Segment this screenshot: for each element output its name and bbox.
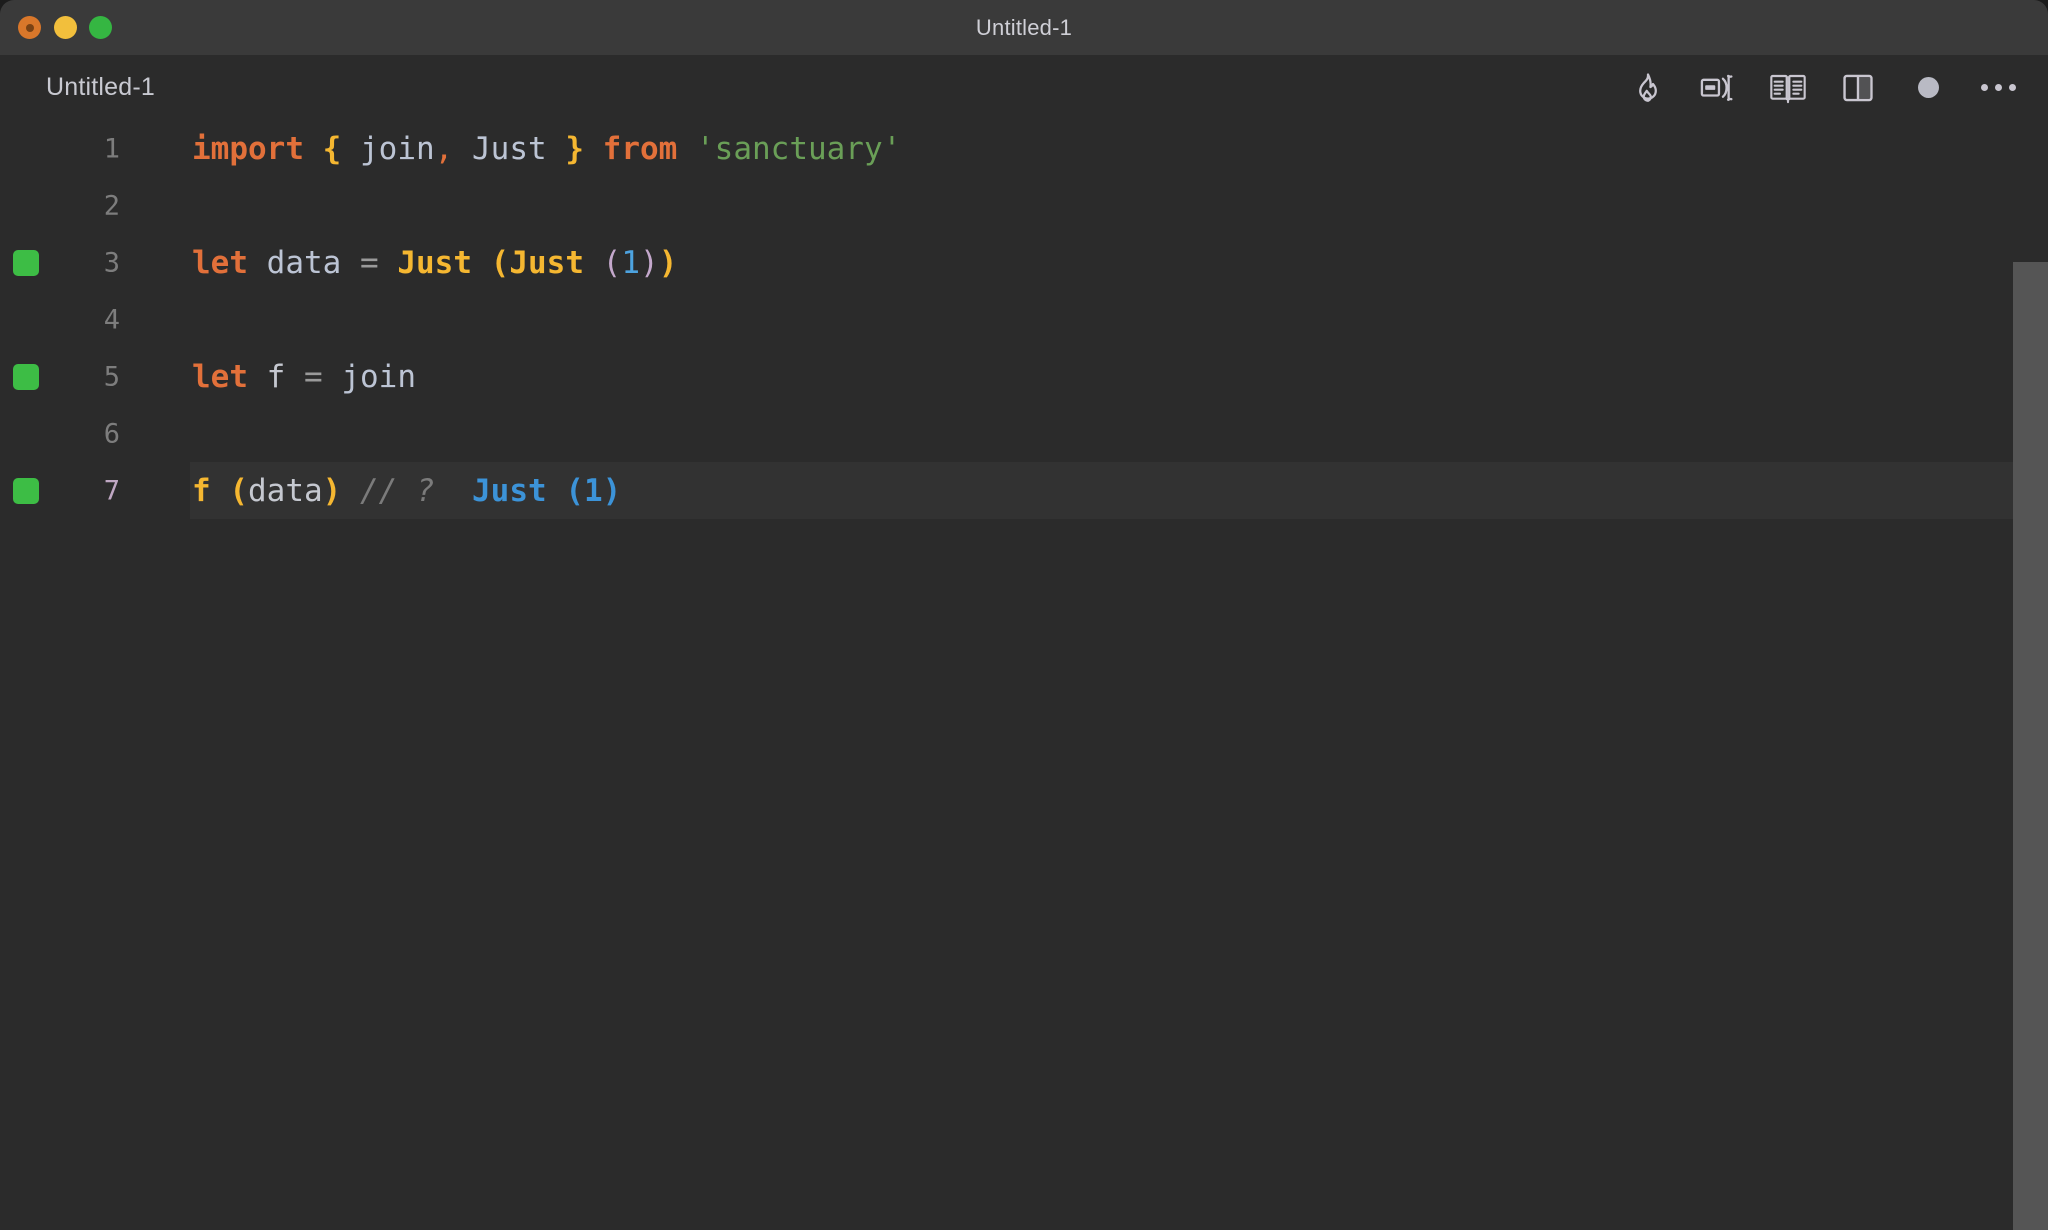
- code-token: Just: [509, 244, 584, 281]
- close-window-button[interactable]: [18, 16, 41, 39]
- code-token: (: [229, 472, 249, 509]
- code-line[interactable]: 3 let data = Just (Just (1)): [0, 234, 2048, 291]
- code-token: data: [248, 472, 323, 509]
- open-book-icon[interactable]: [1768, 68, 1808, 108]
- code-token: }: [565, 130, 584, 167]
- code-token: ): [658, 244, 678, 281]
- line-number: 5: [103, 361, 120, 392]
- editor-actions: [1628, 68, 2018, 108]
- code-token: // ?: [360, 472, 435, 509]
- code-token: {: [322, 130, 342, 167]
- code-token: data: [266, 244, 342, 281]
- maximize-window-button[interactable]: [89, 16, 112, 39]
- code-token: ): [322, 472, 342, 509]
- gutter-marker-icon[interactable]: [13, 249, 39, 276]
- ellipsis-dot: [2008, 84, 2016, 91]
- traffic-lights: [18, 16, 112, 39]
- code-line-content[interactable]: [190, 291, 2048, 348]
- editor-header: Untitled-1: [0, 55, 2048, 120]
- code-token: Just: [472, 130, 547, 167]
- code-token: let: [192, 244, 248, 281]
- code-token: Just: [397, 244, 472, 281]
- minimize-window-button[interactable]: [53, 16, 77, 39]
- code-token: import: [192, 130, 304, 167]
- code-line[interactable]: 5 let f = join: [0, 348, 2048, 405]
- line-number: 1: [103, 133, 120, 164]
- flame-icon[interactable]: [1628, 68, 1668, 108]
- code-line-content[interactable]: f (data) // ? Just (1): [190, 462, 2048, 519]
- unsaved-dot-icon[interactable]: [1908, 68, 1948, 108]
- gutter-marker-icon[interactable]: [13, 363, 39, 390]
- code-token: ,: [434, 130, 454, 167]
- code-token: (: [602, 244, 622, 281]
- line-number: 6: [103, 418, 120, 449]
- code-token: join: [341, 358, 417, 395]
- line-number: 3: [103, 247, 120, 278]
- code-token: =: [304, 358, 323, 395]
- ellipsis-dot: [1980, 84, 1988, 91]
- code-line-content[interactable]: let data = Just (Just (1)): [190, 234, 2048, 291]
- code-line-content[interactable]: [190, 177, 2048, 234]
- editor-window: Untitled-1 Untitled-1 1 import {join , …: [0, 0, 2048, 1230]
- gutter-marker-icon[interactable]: [13, 477, 39, 504]
- code-line-content[interactable]: let f = join: [190, 348, 2048, 405]
- window-title: Untitled-1: [975, 14, 1073, 40]
- code-line[interactable]: 7 f (data) // ? Just (1): [0, 462, 2048, 519]
- code-line-content[interactable]: [190, 405, 2048, 462]
- code-token: 'sanctuary': [696, 130, 902, 167]
- code-token: 1: [621, 244, 641, 281]
- ellipsis-dot: [1994, 84, 2002, 91]
- code-line[interactable]: 4: [0, 291, 2048, 348]
- code-token: (: [490, 244, 510, 281]
- run-code-icon[interactable]: [1698, 68, 1738, 108]
- code-token: f: [266, 358, 286, 395]
- code-lines: 1 import { join, Just } from 'sanctuary' 2…: [0, 120, 2048, 519]
- line-number: 4: [103, 304, 120, 335]
- code-line[interactable]: 2: [0, 177, 2048, 234]
- vertical-scrollbar-thumb[interactable]: [2013, 262, 2048, 1230]
- code-line-content[interactable]: import { join, Just } from 'sanctuary': [190, 120, 2048, 177]
- code-token: from: [602, 130, 678, 167]
- more-actions-icon[interactable]: [1978, 68, 2018, 108]
- code-token: Just (1): [472, 472, 622, 509]
- split-editor-icon[interactable]: [1838, 68, 1878, 108]
- code-line[interactable]: 1 import { join, Just } from 'sanctuary': [0, 120, 2048, 177]
- code-token: =: [360, 244, 379, 281]
- window-titlebar: Untitled-1: [0, 0, 2048, 55]
- code-token: join: [360, 130, 435, 167]
- tab-untitled-1[interactable]: Untitled-1: [46, 73, 155, 102]
- code-token: let: [192, 358, 248, 395]
- unsaved-dot: [1917, 77, 1939, 98]
- vertical-scrollbar[interactable]: [2013, 240, 2048, 1230]
- code-editor-area[interactable]: 1 import { join, Just } from 'sanctuary' 2…: [0, 120, 2048, 1230]
- code-token: ): [640, 244, 659, 281]
- line-number: 2: [103, 190, 120, 221]
- code-token: f: [192, 472, 211, 509]
- line-number: 7: [103, 475, 120, 506]
- code-line[interactable]: 6: [0, 405, 2048, 462]
